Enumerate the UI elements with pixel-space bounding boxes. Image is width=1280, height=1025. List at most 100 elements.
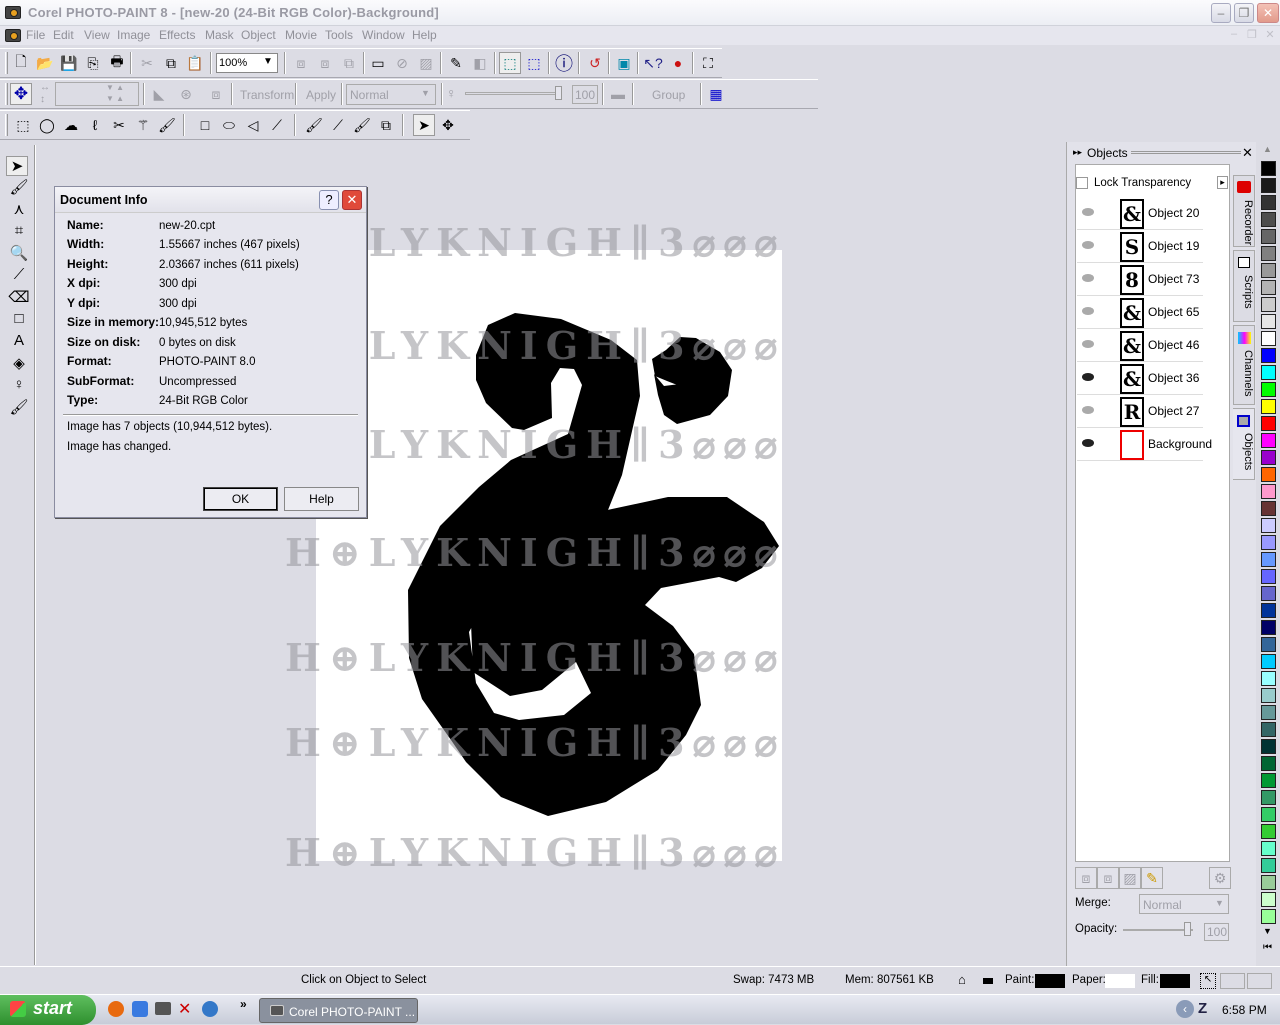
menu-tools[interactable]: Tools bbox=[325, 28, 353, 42]
mdi-restore-button[interactable]: ❐ bbox=[1244, 28, 1260, 42]
palette-swatch[interactable] bbox=[1261, 229, 1276, 244]
marquee-visible-icon[interactable]: ⬚ bbox=[499, 52, 521, 74]
group-button[interactable]: Group bbox=[652, 88, 685, 102]
opacity-input[interactable]: 100 bbox=[1204, 923, 1229, 941]
palette-swatch[interactable] bbox=[1261, 501, 1276, 516]
object-row[interactable]: S Object 19 bbox=[1077, 230, 1203, 263]
palette-swatch[interactable] bbox=[1261, 875, 1276, 890]
paint-on-mask-icon[interactable]: ✎ bbox=[445, 52, 467, 74]
mdi-minimize-button[interactable]: – bbox=[1226, 28, 1242, 42]
palette-swatch[interactable] bbox=[1261, 450, 1276, 465]
arrange-icon[interactable]: ▬ bbox=[607, 83, 629, 105]
mdi-close-button[interactable]: ✕ bbox=[1262, 28, 1278, 42]
polygon-icon[interactable]: ◁ bbox=[242, 114, 264, 136]
menu-edit[interactable]: Edit bbox=[53, 28, 74, 42]
eye-icon[interactable] bbox=[1082, 307, 1094, 315]
palette-swatch[interactable] bbox=[1261, 484, 1276, 499]
tool-status-icon[interactable]: ↖ bbox=[1200, 973, 1216, 989]
remove-mask-icon[interactable]: ⊘ bbox=[391, 52, 413, 74]
palette-swatch[interactable] bbox=[1261, 586, 1276, 601]
pick-tool-icon[interactable]: ➤ bbox=[6, 156, 28, 176]
menu-object[interactable]: Object bbox=[241, 28, 276, 42]
palette-swatch[interactable] bbox=[1261, 467, 1276, 482]
object-marquee-icon[interactable]: ▦ bbox=[705, 83, 727, 105]
undo-redo-icon[interactable]: ↺ bbox=[584, 52, 606, 74]
palette-swatch[interactable] bbox=[1261, 688, 1276, 703]
paper-color-swatch[interactable] bbox=[1105, 974, 1135, 988]
palette-swatch[interactable] bbox=[1261, 263, 1276, 278]
palette-swatch[interactable] bbox=[1261, 212, 1276, 227]
create-mask-icon[interactable]: ▭ bbox=[367, 52, 389, 74]
palette-swatch[interactable] bbox=[1261, 314, 1276, 329]
mask-brush-tool-icon[interactable]: 🖌 bbox=[8, 178, 30, 198]
toolbar-grip[interactable] bbox=[5, 52, 8, 74]
distort-icon[interactable]: ⧈ bbox=[205, 83, 227, 105]
document-icon[interactable] bbox=[5, 29, 21, 42]
transform-button[interactable]: Transform bbox=[240, 88, 294, 102]
zoom-level-select[interactable]: 100% ▼ bbox=[216, 53, 278, 73]
delete-object-icon[interactable]: ▨ bbox=[1119, 867, 1141, 889]
menu-view[interactable]: View bbox=[84, 28, 110, 42]
merge-mode-select[interactable]: Normal ▼ bbox=[346, 84, 436, 105]
new-icon[interactable]: 🗋 bbox=[10, 52, 32, 74]
firefox-icon[interactable] bbox=[108, 1001, 124, 1017]
move-tool-icon[interactable]: ✥ bbox=[437, 114, 459, 136]
palette-swatch[interactable] bbox=[1261, 518, 1276, 533]
app-icon[interactable] bbox=[5, 6, 21, 19]
combine-icon[interactable]: ⧈ bbox=[290, 52, 312, 74]
object-row[interactable]: 8 Object 73 bbox=[1077, 263, 1203, 296]
rectangle-mask-icon[interactable]: ⬚ bbox=[12, 114, 34, 136]
palette-swatch[interactable] bbox=[1261, 416, 1276, 431]
object-properties-icon[interactable]: ⚙ bbox=[1209, 867, 1231, 889]
scissors-mask-icon[interactable]: ✂ bbox=[108, 114, 130, 136]
menu-effects[interactable]: Effects bbox=[159, 28, 195, 42]
palette-swatch[interactable] bbox=[1261, 433, 1276, 448]
save-icon[interactable]: 💾 bbox=[58, 52, 80, 74]
zoom-tool-icon[interactable]: 🔍 bbox=[8, 244, 30, 264]
quicklaunch-more[interactable]: » bbox=[240, 997, 247, 1011]
lasso-mask-icon[interactable]: ℓ bbox=[84, 114, 106, 136]
palette-swatch[interactable] bbox=[1261, 620, 1276, 635]
palette-swatch[interactable] bbox=[1261, 348, 1276, 363]
transparency-tool-icon[interactable]: ♀ bbox=[8, 376, 30, 396]
menu-mask[interactable]: Mask bbox=[205, 28, 234, 42]
browser-icon[interactable]: ▣ bbox=[613, 52, 635, 74]
palette-swatch[interactable] bbox=[1261, 671, 1276, 686]
eye-icon[interactable] bbox=[1082, 340, 1094, 348]
rotate-icon[interactable]: ◣ bbox=[148, 83, 170, 105]
eraser-tool-icon[interactable]: ⌫ bbox=[8, 288, 30, 308]
palette-swatch[interactable] bbox=[1261, 331, 1276, 346]
palette-swatch[interactable] bbox=[1261, 569, 1276, 584]
palette-swatch[interactable] bbox=[1261, 297, 1276, 312]
spin-down-icon[interactable]: ▼ ▲ bbox=[106, 83, 124, 92]
tab-channels[interactable]: Channels bbox=[1233, 325, 1255, 405]
whats-this-icon[interactable]: ↖? bbox=[642, 52, 664, 74]
paint-color-swatch[interactable] bbox=[1035, 974, 1065, 988]
help-button[interactable]: Help bbox=[284, 487, 359, 511]
object-icon[interactable]: ⧉ bbox=[338, 52, 360, 74]
magic-wand-icon[interactable]: ⚚ bbox=[132, 114, 154, 136]
eye-icon[interactable] bbox=[1082, 373, 1094, 381]
eye-icon[interactable] bbox=[1082, 406, 1094, 414]
menu-image[interactable]: Image bbox=[117, 28, 150, 42]
eyedropper-tool-icon[interactable]: ⟋ bbox=[8, 266, 30, 286]
dialog-title-bar[interactable]: Document Info ? ✕ bbox=[55, 187, 366, 213]
palette-swatch[interactable] bbox=[1261, 654, 1276, 669]
x-app-icon[interactable]: ✕ bbox=[178, 999, 191, 1019]
shape-tool-icon[interactable]: ⋏ bbox=[8, 200, 30, 220]
crop-tool-icon[interactable]: ⌗ bbox=[8, 222, 30, 242]
tab-scripts[interactable]: Scripts bbox=[1233, 250, 1255, 322]
menu-help[interactable]: Help bbox=[412, 28, 437, 42]
fill-tool-icon[interactable]: ◈ bbox=[8, 354, 30, 374]
palette-swatch[interactable] bbox=[1261, 909, 1276, 924]
size-spinner[interactable]: ▼ ▲ ▼ ▲ bbox=[55, 82, 139, 106]
palette-swatch[interactable] bbox=[1261, 365, 1276, 380]
docker-collapse-icon[interactable]: ▸▸ bbox=[1073, 147, 1082, 158]
paint-swatch-icon[interactable]: ⌂ bbox=[958, 972, 966, 987]
spin-up-icon[interactable]: ▼ ▲ bbox=[106, 94, 124, 103]
palette-swatch[interactable] bbox=[1261, 178, 1276, 193]
eye-icon[interactable] bbox=[1082, 208, 1094, 216]
palette-scroll-end-icon[interactable]: ⏮ bbox=[1263, 942, 1272, 953]
menu-file[interactable]: File bbox=[26, 28, 45, 42]
palette-swatch[interactable] bbox=[1261, 535, 1276, 550]
